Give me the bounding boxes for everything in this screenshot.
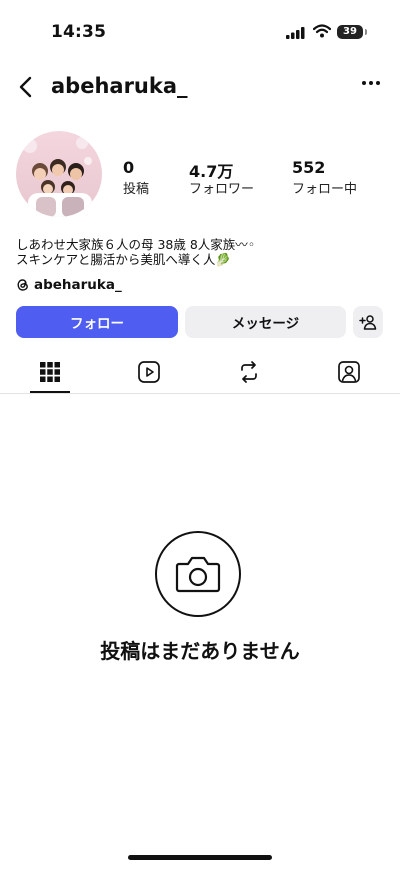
followers-label[interactable]: フォロワー [189, 178, 254, 197]
posts-count: 0 [123, 158, 135, 177]
suggest-users-button[interactable] [353, 306, 383, 338]
tab-reels[interactable] [135, 358, 163, 386]
add-person-icon [359, 315, 377, 330]
following-count[interactable]: 552 [292, 158, 325, 177]
empty-state-message: 投稿はまだありません [100, 639, 300, 663]
profile-username: abeharuka_ [51, 74, 188, 98]
threads-icon [17, 279, 28, 291]
posts-label: 投稿 [123, 182, 150, 197]
tagged-icon [338, 361, 360, 383]
empty-state-camera [155, 531, 241, 617]
profile-avatar[interactable] [16, 131, 102, 217]
status-time: 14:35 [51, 22, 107, 42]
bio-line-2: スキンケアと腸活から美肌へ導く人🥬 [16, 252, 231, 267]
camera-icon [175, 556, 221, 593]
reels-icon [138, 361, 160, 383]
battery-indicator: 39 [337, 25, 367, 39]
wifi-icon [313, 24, 331, 38]
threads-link[interactable]: abeharuka_ [16, 277, 122, 293]
threads-handle: abeharuka_ [34, 277, 122, 293]
repost-icon [241, 361, 257, 383]
following-label[interactable]: フォロー中 [292, 178, 357, 197]
tab-divider [0, 393, 400, 394]
back-chevron-icon[interactable] [18, 75, 34, 99]
tab-reposts[interactable] [235, 358, 263, 386]
tab-tagged[interactable] [335, 358, 363, 386]
more-options-icon[interactable] [361, 80, 381, 86]
home-indicator[interactable] [128, 855, 272, 860]
cellular-signal-icon [286, 27, 305, 39]
follow-button[interactable]: フォロー [16, 306, 178, 338]
grid-icon [40, 362, 60, 382]
message-button[interactable]: メッセージ [185, 306, 346, 338]
tab-posts-grid[interactable] [36, 358, 64, 386]
